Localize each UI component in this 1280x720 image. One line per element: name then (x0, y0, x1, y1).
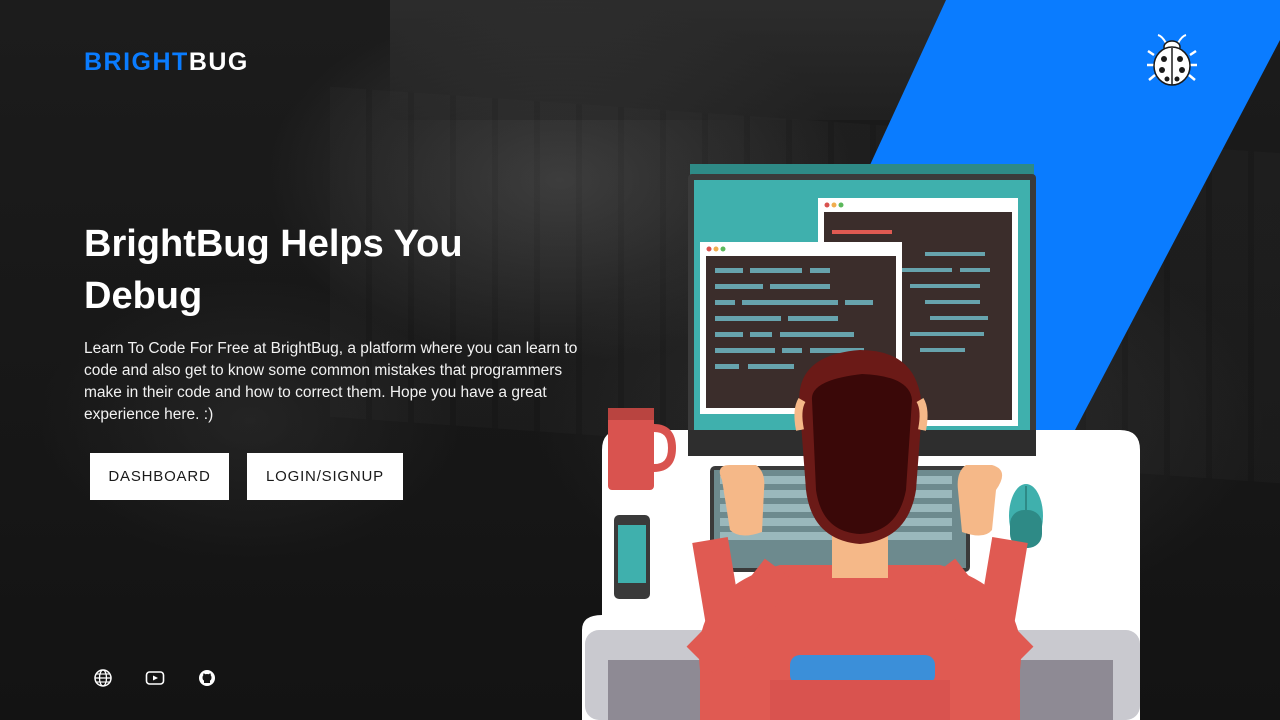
ladybug-icon[interactable] (1146, 33, 1198, 87)
github-icon[interactable] (197, 668, 217, 688)
youtube-icon[interactable] (145, 668, 165, 688)
dashboard-button[interactable]: DASHBOARD (90, 453, 229, 500)
brand-logo-part2: BUG (188, 48, 249, 76)
login-signup-button[interactable]: LOGIN/SIGNUP (247, 453, 403, 500)
hero-title: BrightBug Helps You Debug (84, 223, 463, 317)
brand-logo-part1: BRIGHT (84, 48, 189, 76)
globe-icon[interactable] (93, 668, 113, 688)
brand-logo[interactable]: BRIGHTBUG (84, 48, 249, 77)
developer-illustration (582, 164, 1140, 720)
hero-description: Learn To Code For Free at BrightBug, a p… (84, 340, 578, 423)
